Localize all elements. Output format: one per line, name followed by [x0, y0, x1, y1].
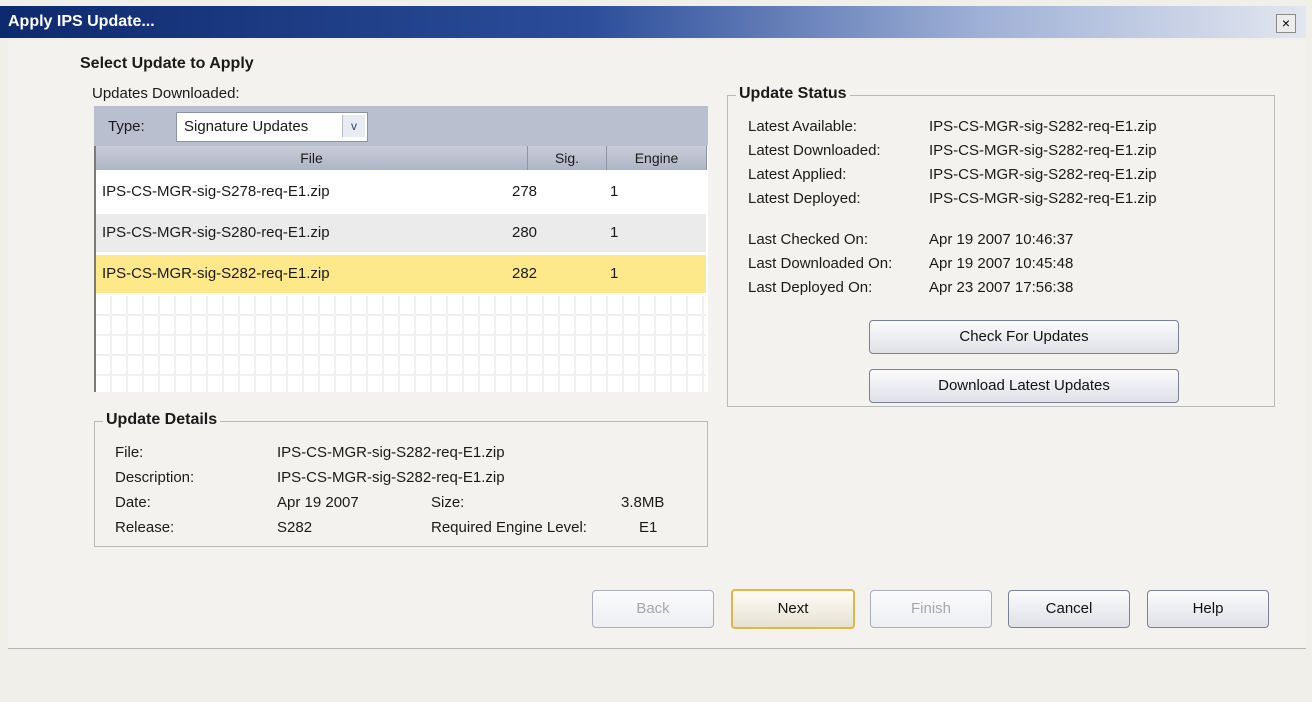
- row-sig: 278: [512, 183, 538, 200]
- close-button[interactable]: ×: [1276, 14, 1296, 33]
- type-select-value: Signature Updates: [184, 118, 309, 135]
- type-filter-bar: Type: Signature Updates v: [94, 106, 708, 146]
- row-file: IPS-CS-MGR-sig-S282-req-E1.zip: [102, 265, 330, 282]
- status-last-deployed-value: Apr 23 2007 17:56:38: [929, 279, 1074, 296]
- update-status-heading: Update Status: [736, 85, 850, 103]
- update-status-group: Update Status Latest Available: IPS-CS-M…: [727, 85, 1275, 407]
- window-title: Apply IPS Update...: [8, 13, 155, 30]
- status-latest-downloaded-value: IPS-CS-MGR-sig-S282-req-E1.zip: [929, 142, 1157, 159]
- column-header-file[interactable]: File: [96, 146, 528, 170]
- table-row[interactable]: IPS-CS-MGR-sig-S280-req-E1.zip 280 1: [96, 214, 706, 252]
- cancel-button[interactable]: Cancel: [1008, 590, 1130, 628]
- status-last-deployed-label: Last Deployed On:: [748, 279, 873, 296]
- details-size-label: Size:: [431, 494, 465, 511]
- chevron-down-icon[interactable]: v: [342, 115, 365, 137]
- row-sig: 282: [512, 265, 538, 282]
- title-bar[interactable]: Apply IPS Update... ×: [0, 6, 1306, 38]
- row-sig: 280: [512, 224, 538, 241]
- details-description-value: IPS-CS-MGR-sig-S282-req-E1.zip: [277, 469, 505, 486]
- details-engine-level-label: Required Engine Level:: [431, 519, 587, 536]
- update-details-group: Update Details File: IPS-CS-MGR-sig-S282…: [94, 411, 708, 547]
- status-last-checked-value: Apr 19 2007 10:46:37: [929, 231, 1074, 248]
- close-icon: ×: [1281, 15, 1291, 31]
- details-release-label: Release:: [115, 519, 175, 536]
- details-size-value: 3.8MB: [621, 494, 665, 511]
- row-engine: 1: [610, 224, 619, 241]
- select-update-heading: Select Update to Apply: [80, 55, 254, 72]
- status-latest-available-value: IPS-CS-MGR-sig-S282-req-E1.zip: [929, 118, 1157, 135]
- table-header: File Sig. Engine: [96, 146, 707, 170]
- status-strip: [8, 650, 1306, 698]
- table-row-selected[interactable]: IPS-CS-MGR-sig-S282-req-E1.zip 282 1: [96, 255, 706, 293]
- apply-ips-update-dialog: Apply IPS Update... × Select Update to A…: [0, 0, 1312, 702]
- update-details-heading: Update Details: [103, 411, 221, 429]
- row-file: IPS-CS-MGR-sig-S280-req-E1.zip: [102, 224, 330, 241]
- finish-button[interactable]: Finish: [870, 590, 992, 628]
- updates-downloaded-label: Updates Downloaded:: [92, 85, 240, 102]
- updates-table: File Sig. Engine IPS-CS-MGR-sig-S278-req…: [94, 146, 708, 392]
- back-button[interactable]: Back: [592, 590, 714, 628]
- status-latest-applied-label: Latest Applied:: [748, 166, 847, 183]
- status-latest-available-label: Latest Available:: [748, 118, 857, 135]
- status-last-checked-label: Last Checked On:: [748, 231, 869, 248]
- details-date-value: Apr 19 2007: [277, 494, 359, 511]
- details-description-label: Description:: [115, 469, 195, 486]
- column-header-engine[interactable]: Engine: [607, 146, 707, 170]
- status-last-downloaded-value: Apr 19 2007 10:45:48: [929, 255, 1074, 272]
- column-header-sig[interactable]: Sig.: [528, 146, 607, 170]
- status-latest-deployed-label: Latest Deployed:: [748, 190, 861, 207]
- status-latest-applied-value: IPS-CS-MGR-sig-S282-req-E1.zip: [929, 166, 1157, 183]
- details-file-label: File:: [115, 444, 144, 461]
- status-latest-deployed-value: IPS-CS-MGR-sig-S282-req-E1.zip: [929, 190, 1157, 207]
- next-button[interactable]: Next: [731, 589, 855, 629]
- table-row[interactable]: IPS-CS-MGR-sig-S278-req-E1.zip 278 1: [96, 173, 706, 211]
- details-file-value: IPS-CS-MGR-sig-S282-req-E1.zip: [277, 444, 505, 461]
- row-engine: 1: [610, 265, 619, 282]
- row-file: IPS-CS-MGR-sig-S278-req-E1.zip: [102, 183, 330, 200]
- details-release-value: S282: [277, 519, 313, 536]
- type-select[interactable]: Signature Updates v: [176, 112, 368, 142]
- table-empty-area: [96, 296, 706, 392]
- row-engine: 1: [610, 183, 619, 200]
- check-for-updates-button[interactable]: Check For Updates: [869, 320, 1179, 354]
- help-button[interactable]: Help: [1147, 590, 1269, 628]
- details-engine-level-value: E1: [639, 519, 658, 536]
- details-date-label: Date:: [115, 494, 151, 511]
- status-last-downloaded-label: Last Downloaded On:: [748, 255, 893, 272]
- type-label: Type:: [108, 118, 145, 135]
- download-latest-updates-button[interactable]: Download Latest Updates: [869, 369, 1179, 403]
- status-latest-downloaded-label: Latest Downloaded:: [748, 142, 881, 159]
